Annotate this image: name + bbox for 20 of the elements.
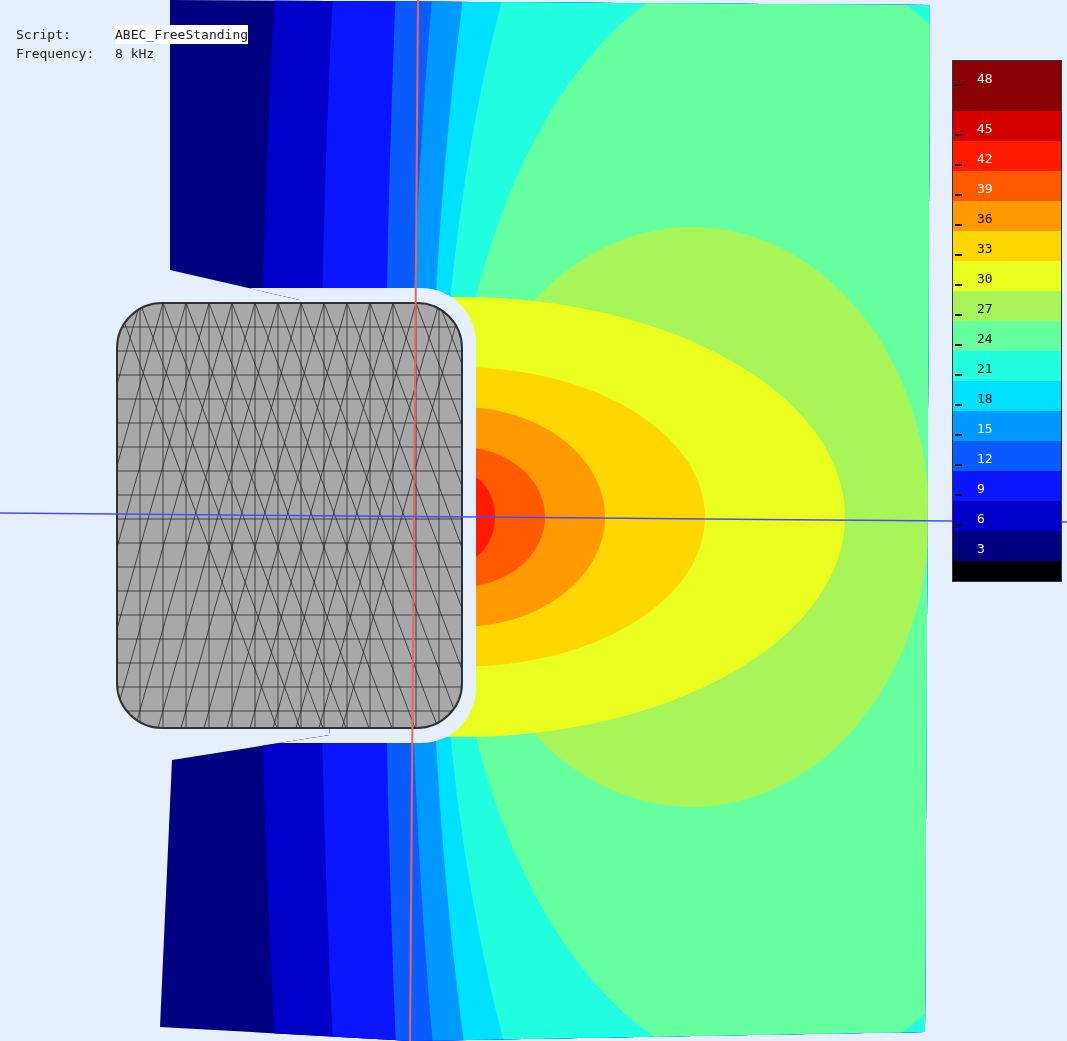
legend-label: 24 [977, 331, 993, 346]
legend-label: 42 [977, 151, 993, 166]
legend-label: 3 [977, 541, 985, 556]
legend-label: 21 [977, 361, 993, 376]
legend-label: 45 [977, 121, 993, 136]
legend-label: 27 [977, 301, 993, 316]
legend-label: 9 [977, 481, 985, 496]
legend-label: 36 [977, 211, 993, 226]
legend-label: 30 [977, 271, 993, 286]
info-label: Script: [16, 26, 72, 44]
info-label: Frequency: [16, 45, 96, 63]
info-value: ABEC_FreeStanding [115, 25, 249, 44]
legend-label: 6 [977, 511, 985, 526]
legend-label: 12 [977, 451, 993, 466]
legend-label: 39 [977, 181, 993, 196]
legend-label: 33 [977, 241, 993, 256]
legend-label: 15 [977, 421, 993, 436]
legend-label: 18 [977, 391, 993, 406]
info-value: 8 kHz [115, 45, 155, 63]
legend-label: 48 [977, 71, 993, 86]
